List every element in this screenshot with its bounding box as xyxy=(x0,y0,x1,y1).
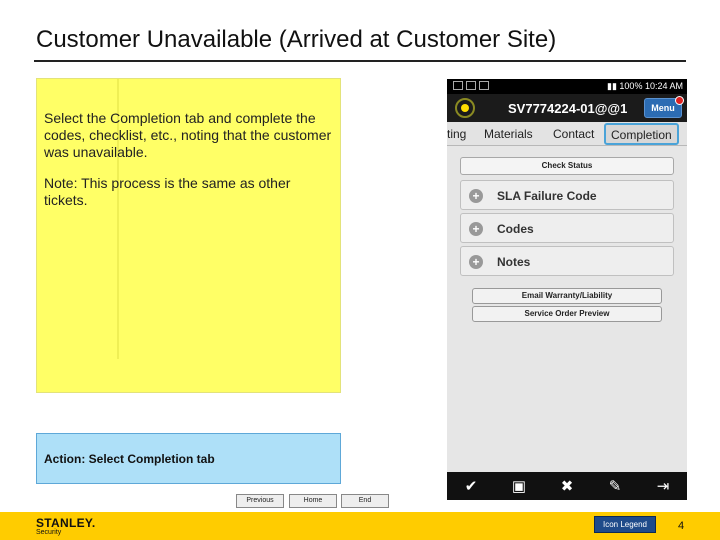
app-icon xyxy=(479,81,489,90)
slide-title: Customer Unavailable (Arrived at Custome… xyxy=(36,26,557,53)
stanley-logo: STANLEY. xyxy=(36,516,96,530)
archive-icon[interactable]: ▣ xyxy=(505,477,533,495)
app-header: SV7774224-01@@1 Menu xyxy=(447,94,687,122)
service-order-preview-button[interactable]: Service Order Preview xyxy=(472,306,662,322)
instruction-text: Select the Completion tab and complete t… xyxy=(44,110,334,209)
plus-icon: + xyxy=(469,255,483,269)
notes-section[interactable]: + Notes xyxy=(460,246,674,276)
check-icon[interactable]: ✔ xyxy=(457,477,485,495)
home-button[interactable]: Home xyxy=(289,494,337,508)
clock: 10:24 AM xyxy=(644,81,683,91)
plus-icon: + xyxy=(469,222,483,236)
email-warranty-button[interactable]: Email Warranty/Liability xyxy=(472,288,662,304)
phone-screen: ▮▮ 100% 10:24 AM SV7774224-01@@1 Menu ti… xyxy=(447,79,687,500)
sla-failure-code-section[interactable]: + SLA Failure Code xyxy=(460,180,674,210)
message-icon xyxy=(466,81,476,90)
signal-icon: ▮▮ xyxy=(607,81,620,91)
battery-level: 100% xyxy=(619,81,643,91)
end-button[interactable]: End xyxy=(341,494,389,508)
section-label: Notes xyxy=(497,255,531,269)
tab-strip: ting Materials Contact Completion xyxy=(447,122,687,146)
tab-materials[interactable]: Materials xyxy=(484,122,533,146)
notification-icon xyxy=(453,81,463,90)
instruction-paragraph: Select the Completion tab and complete t… xyxy=(44,110,332,160)
instruction-box: Select the Completion tab and complete t… xyxy=(36,78,341,393)
tab-contact[interactable]: Contact xyxy=(553,122,594,146)
check-status-button[interactable]: Check Status xyxy=(460,157,674,175)
tab-completion[interactable]: Completion xyxy=(604,123,679,145)
light-bulb-icon xyxy=(455,98,475,118)
codes-section[interactable]: + Codes xyxy=(460,213,674,243)
action-box: Action: Select Completion tab xyxy=(36,433,341,484)
icon-legend-button[interactable]: Icon Legend xyxy=(594,516,656,533)
exit-icon[interactable]: ⇥ xyxy=(649,477,677,495)
menu-notification-badge xyxy=(675,96,684,105)
stanley-logo-sub: Security xyxy=(36,529,62,536)
action-text: Action: Select Completion tab xyxy=(44,452,215,466)
tools-icon[interactable]: ✖ xyxy=(553,477,581,495)
section-label: SLA Failure Code xyxy=(497,189,597,203)
pencil-icon[interactable]: ✎ xyxy=(601,477,629,495)
previous-button[interactable]: Previous xyxy=(236,494,284,508)
title-rule xyxy=(34,60,686,62)
section-label: Codes xyxy=(497,222,534,236)
note-paragraph: Note: This process is the same as other … xyxy=(44,175,291,208)
plus-icon: + xyxy=(469,189,483,203)
footer-bar: STANLEY. Security Icon Legend 4 xyxy=(0,512,720,540)
bottom-toolbar: ✔ ▣ ✖ ✎ ⇥ xyxy=(447,472,687,500)
status-bar: ▮▮ 100% 10:24 AM xyxy=(447,79,687,94)
page-number: 4 xyxy=(678,520,685,532)
order-id: SV7774224-01@@1 xyxy=(508,101,628,116)
tab-partial[interactable]: ting xyxy=(447,122,466,146)
